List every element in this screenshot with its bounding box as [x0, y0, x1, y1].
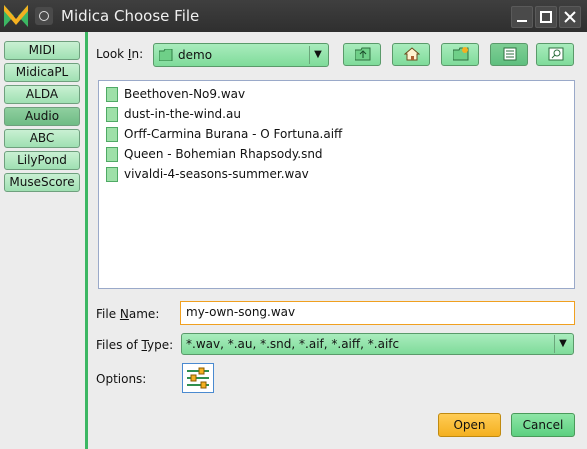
file-name-label: File Name: — [96, 307, 160, 321]
look-in-value: demo — [178, 48, 213, 62]
window-title: Midica Choose File — [61, 7, 200, 25]
chevron-down-icon[interactable]: ▼ — [309, 46, 326, 64]
home-button[interactable] — [392, 43, 430, 66]
sidebar-item-lilypond[interactable]: LilyPond — [4, 151, 80, 170]
open-button[interactable]: Open — [438, 413, 501, 437]
list-view-icon — [503, 47, 517, 61]
file-icon — [106, 127, 118, 142]
folder-icon — [159, 49, 173, 61]
home-icon — [404, 47, 420, 61]
sidebar-item-midi[interactable]: MIDI — [4, 41, 80, 60]
options-label: Options: — [96, 372, 147, 386]
list-view-button[interactable] — [490, 43, 528, 66]
sidebar-item-alda[interactable]: ALDA — [4, 85, 80, 104]
maximize-icon — [540, 11, 552, 23]
sidebar-item-abc[interactable]: ABC — [4, 129, 80, 148]
look-in-label: Look In: — [96, 47, 144, 61]
new-folder-icon — [453, 47, 469, 61]
window-menu-icon[interactable] — [35, 7, 53, 25]
sidebar-item-midicapl[interactable]: MidicaPL — [4, 63, 80, 82]
maximize-button[interactable] — [535, 6, 557, 28]
look-in-dropdown[interactable]: demo ▼ — [153, 43, 329, 67]
minimize-button[interactable] — [511, 6, 533, 28]
file-type-label: Files of Type: — [96, 338, 174, 352]
title-bar: Midica Choose File — [0, 0, 587, 32]
format-sidebar: MIDI MidicaPL ALDA Audio ABC LilyPond Mu… — [0, 32, 88, 449]
file-list[interactable]: Beethoven-No9.wav dust-in-the-wind.au Or… — [98, 80, 575, 289]
sliders-icon — [187, 367, 209, 389]
new-folder-button[interactable] — [441, 43, 479, 66]
file-type-value: *.wav, *.au, *.snd, *.aif, *.aiff, *.aif… — [186, 337, 400, 351]
midica-logo-icon — [4, 5, 28, 27]
cancel-button[interactable]: Cancel — [511, 413, 575, 437]
details-view-button[interactable] — [536, 43, 574, 66]
file-icon — [106, 87, 118, 102]
file-icon — [106, 167, 118, 182]
chevron-down-icon[interactable]: ▼ — [554, 335, 571, 353]
minimize-icon — [517, 20, 527, 22]
file-icon — [106, 147, 118, 162]
up-folder-button[interactable] — [343, 43, 381, 66]
folder-up-icon — [355, 47, 371, 61]
file-icon — [106, 107, 118, 122]
sidebar-item-audio[interactable]: Audio — [4, 107, 80, 126]
details-view-icon — [548, 47, 564, 61]
close-icon — [564, 11, 576, 23]
options-button[interactable] — [182, 363, 214, 393]
file-name-input[interactable]: my-own-song.wav — [180, 301, 575, 325]
file-type-dropdown[interactable]: *.wav, *.au, *.snd, *.aif, *.aiff, *.aif… — [181, 333, 574, 355]
sidebar-item-musescore[interactable]: MuseScore — [4, 173, 80, 192]
close-button[interactable] — [559, 6, 581, 28]
